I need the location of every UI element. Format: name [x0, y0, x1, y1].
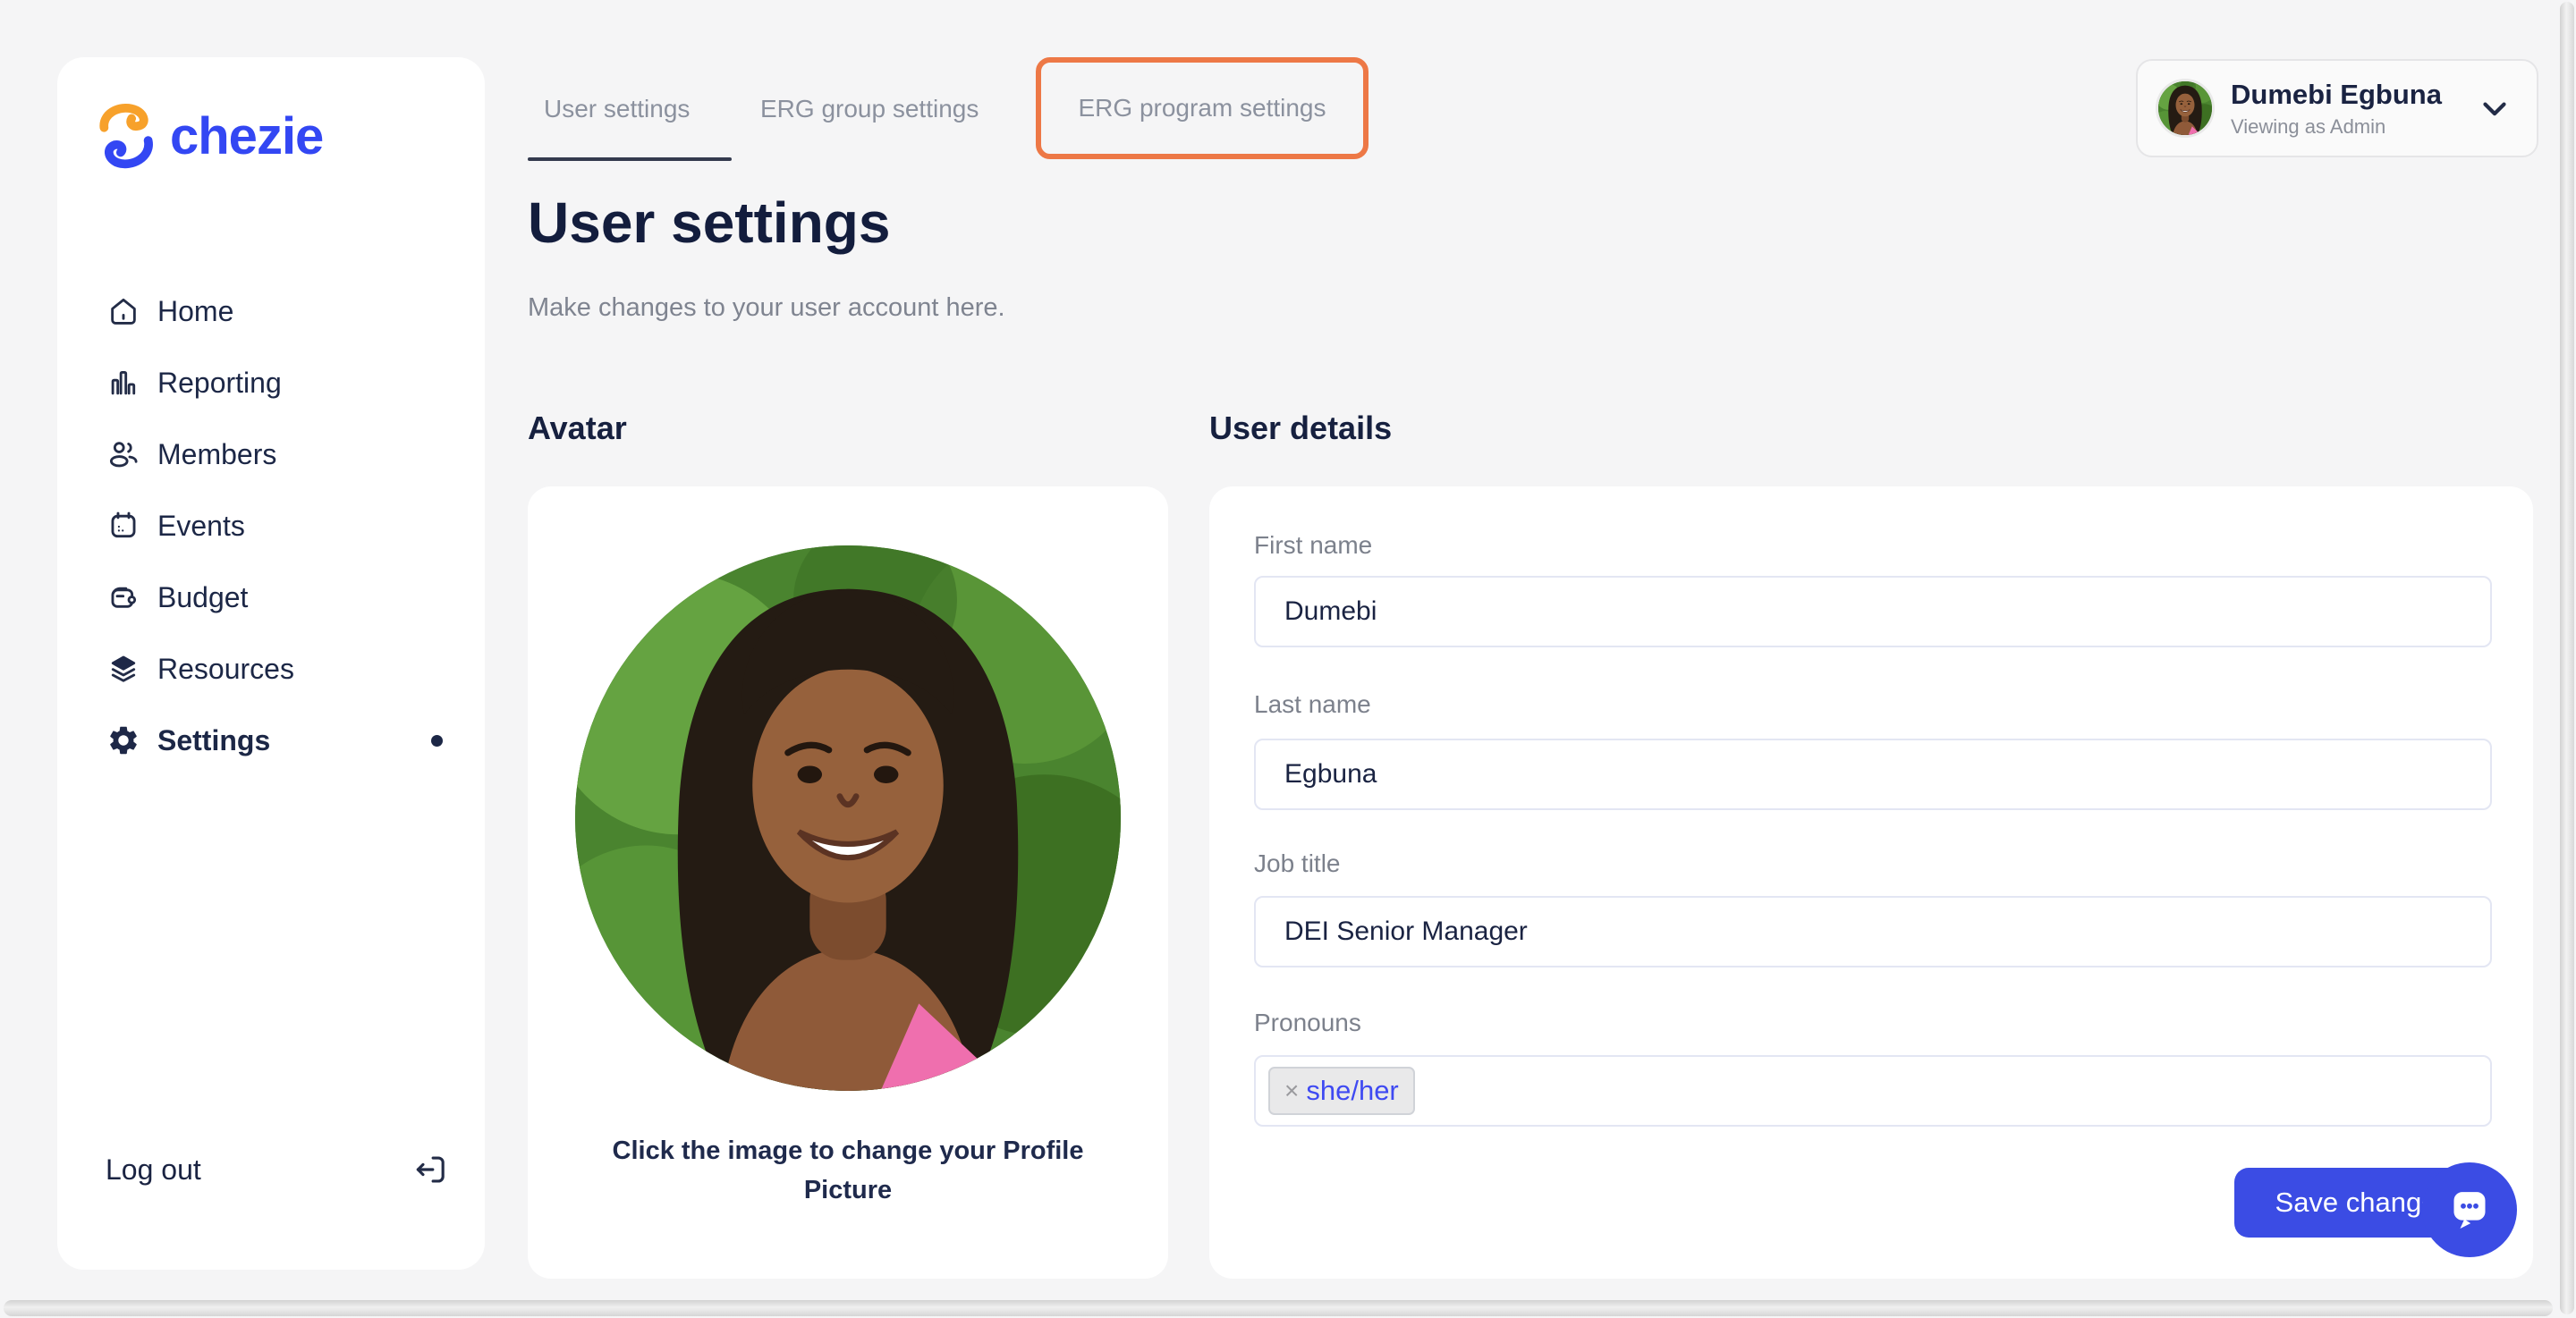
remove-tag-icon[interactable]: × — [1284, 1077, 1299, 1105]
logo: chezie — [97, 100, 324, 172]
gear-icon — [106, 722, 141, 758]
sidebar-item-label: Home — [157, 294, 234, 327]
avatar-caption: Click the image to change your Profile P… — [612, 1136, 1084, 1204]
sidebar-item-label: Reporting — [157, 366, 282, 399]
vertical-scrollbar[interactable] — [2560, 2, 2574, 1314]
brand-name: chezie — [170, 106, 324, 165]
home-icon — [106, 293, 141, 329]
layers-icon — [106, 651, 141, 687]
last-name-field[interactable] — [1254, 739, 2492, 810]
profile-picture[interactable] — [575, 545, 1121, 1091]
pronouns-field[interactable]: × she/her — [1254, 1055, 2492, 1127]
sidebar-item-settings[interactable]: Settings — [57, 705, 485, 776]
chat-launcher-button[interactable] — [2422, 1162, 2517, 1257]
calendar-icon — [106, 508, 141, 544]
sidebar-item-label: Resources — [157, 652, 294, 685]
sidebar-nav: Home Reporting Members Events Budget Res… — [57, 275, 485, 776]
sidebar-item-events[interactable]: Events — [57, 490, 485, 562]
last-name-label: Last name — [1254, 690, 1371, 718]
user-role: Viewing as Admin — [2231, 114, 2386, 138]
first-name-field[interactable] — [1254, 576, 2492, 647]
user-menu[interactable]: Dumebi Egbuna Viewing as Admin — [2136, 59, 2538, 157]
chevron-down-icon — [2483, 102, 2506, 116]
chat-bubble-icon — [2453, 1192, 2486, 1229]
logout-label: Log out — [106, 1153, 201, 1186]
job-title-label: Job title — [1254, 849, 1341, 877]
avatar-card[interactable]: Click the image to change your Profile P… — [528, 486, 1168, 1279]
horizontal-scrollbar[interactable] — [4, 1300, 2553, 1316]
pronoun-tag: × she/her — [1268, 1067, 1415, 1115]
sidebar-item-label: Budget — [157, 580, 249, 613]
tab-erg-group-settings[interactable]: ERG group settings — [760, 95, 979, 123]
first-name-label: First name — [1254, 531, 1373, 559]
job-title-field[interactable] — [1254, 896, 2492, 967]
sidebar: chezie Home Reporting Members Events Bud… — [57, 57, 485, 1270]
sidebar-item-reporting[interactable]: Reporting — [57, 347, 485, 418]
sidebar-item-label: Members — [157, 437, 277, 470]
user-name: Dumebi Egbuna — [2231, 78, 2442, 110]
chezie-logo-icon — [99, 103, 153, 169]
wallet-icon — [106, 579, 141, 615]
pronoun-tag-label: she/her — [1306, 1075, 1399, 1106]
logout-button[interactable]: Log out — [57, 1141, 485, 1198]
avatar-section-heading: Avatar — [528, 410, 627, 446]
tab-erg-program-settings[interactable]: ERG program settings — [1079, 94, 1326, 123]
settings-indicator-dot — [431, 735, 443, 747]
page-subtitle: Make changes to your user account here. — [528, 293, 1005, 322]
active-tab-underline — [528, 157, 732, 161]
highlight-annotation-box: ERG program settings — [1036, 57, 1368, 159]
user-details-card: First name Last name Job title Pronouns … — [1209, 486, 2533, 1279]
sidebar-item-members[interactable]: Members — [57, 418, 485, 490]
pronouns-label: Pronouns — [1254, 1009, 1361, 1036]
sidebar-item-label: Events — [157, 509, 245, 542]
tab-user-settings[interactable]: User settings — [544, 95, 690, 123]
logout-icon — [416, 1156, 445, 1183]
sidebar-item-label: Settings — [157, 723, 271, 756]
page-title: User settings — [528, 190, 891, 255]
sidebar-item-resources[interactable]: Resources — [57, 633, 485, 705]
avatar — [2156, 79, 2215, 138]
bar-chart-icon — [106, 365, 141, 401]
sidebar-item-budget[interactable]: Budget — [57, 562, 485, 633]
people-icon — [106, 436, 141, 472]
sidebar-item-home[interactable]: Home — [57, 275, 485, 347]
details-section-heading: User details — [1209, 410, 1393, 446]
